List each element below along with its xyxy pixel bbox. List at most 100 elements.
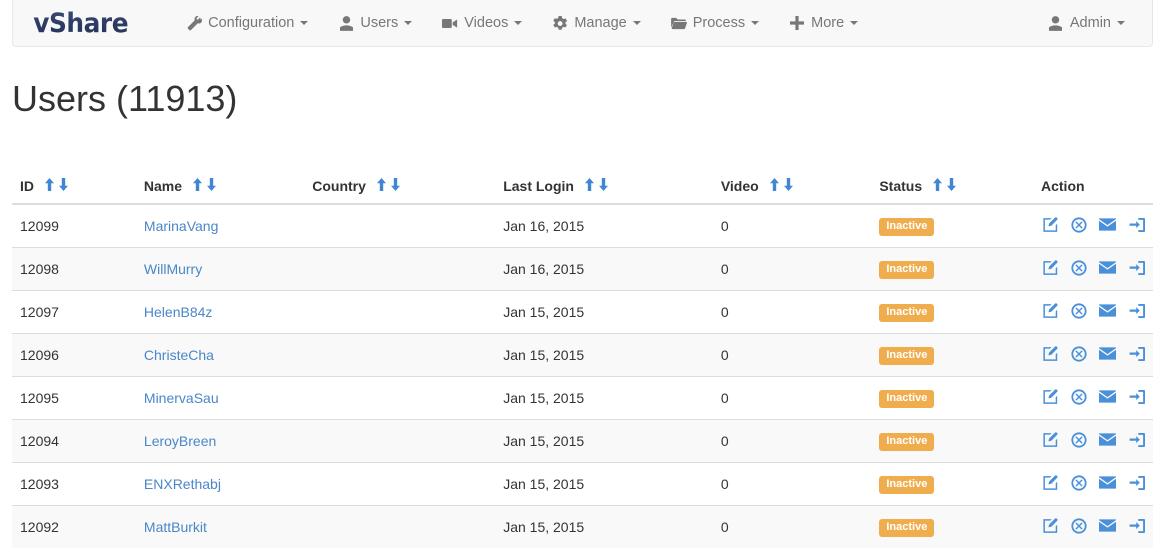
cell-id: 12096 (12, 334, 136, 377)
chevron-down-icon (404, 21, 412, 25)
user-name-link[interactable]: ChristeCha (144, 347, 214, 363)
envelope-icon[interactable] (1099, 302, 1116, 319)
sign-in-icon[interactable] (1128, 388, 1145, 405)
cell-action (1033, 377, 1153, 420)
cell-last-login: Jan 16, 2015 (495, 204, 713, 248)
edit-icon[interactable] (1041, 345, 1058, 362)
column-label: ID (20, 178, 34, 194)
arrow-up-icon[interactable] (44, 178, 55, 191)
arrow-up-icon[interactable] (192, 178, 203, 191)
edit-icon[interactable] (1041, 431, 1058, 448)
sign-in-icon[interactable] (1128, 517, 1145, 534)
nav-item-process[interactable]: Process (656, 0, 774, 46)
ban-icon[interactable] (1070, 474, 1087, 491)
cell-id: 12093 (12, 463, 136, 506)
sign-in-icon[interactable] (1128, 302, 1145, 319)
nav-item-videos[interactable]: Videos (427, 0, 537, 46)
user-last-login: Jan 16, 2015 (503, 261, 584, 277)
cell-status: Inactive (871, 420, 1033, 463)
envelope-icon[interactable] (1099, 431, 1116, 448)
arrow-down-icon[interactable] (598, 178, 609, 191)
nav-item-more[interactable]: More (774, 0, 873, 46)
sign-in-icon[interactable] (1128, 431, 1145, 448)
nav-item-users[interactable]: Users (323, 0, 427, 46)
sign-in-icon[interactable] (1128, 216, 1145, 233)
user-last-login: Jan 15, 2015 (503, 347, 584, 363)
arrow-up-icon[interactable] (584, 178, 595, 191)
sign-in-icon[interactable] (1128, 259, 1145, 276)
cell-video: 0 (713, 420, 872, 463)
sign-in-icon[interactable] (1128, 474, 1145, 491)
cell-action (1033, 463, 1153, 506)
nav-item-configuration[interactable]: Configuration (171, 0, 323, 46)
arrow-down-icon[interactable] (783, 178, 794, 191)
envelope-icon[interactable] (1099, 216, 1116, 233)
cell-video: 0 (713, 377, 872, 420)
user-name-link[interactable]: WillMurry (144, 261, 202, 277)
nav-label: More (811, 15, 844, 31)
arrow-down-icon[interactable] (58, 178, 69, 191)
ban-icon[interactable] (1070, 302, 1087, 319)
table-head: ID Name Country (12, 170, 1153, 204)
user-name-link[interactable]: MattBurkit (144, 519, 207, 535)
edit-icon[interactable] (1041, 388, 1058, 405)
user-id: 12094 (20, 433, 59, 449)
ban-icon[interactable] (1070, 388, 1087, 405)
user-id: 12095 (20, 390, 59, 406)
user-last-login: Jan 15, 2015 (503, 519, 584, 535)
cell-country (304, 420, 495, 463)
user-video-count: 0 (721, 519, 729, 535)
user-icon (1048, 15, 1064, 31)
user-name-link[interactable]: HelenB84z (144, 304, 213, 320)
edit-icon[interactable] (1041, 216, 1058, 233)
brand-logo[interactable]: vShare (13, 0, 142, 46)
envelope-icon[interactable] (1099, 345, 1116, 362)
envelope-icon[interactable] (1099, 259, 1116, 276)
table-row: 12092MattBurkitJan 15, 20150Inactive (12, 506, 1153, 548)
edit-icon[interactable] (1041, 517, 1058, 534)
cell-video: 0 (713, 463, 872, 506)
table-row: 12097HelenB84zJan 15, 20150Inactive (12, 291, 1153, 334)
ban-icon[interactable] (1070, 216, 1087, 233)
envelope-icon[interactable] (1099, 388, 1116, 405)
nav-item-manage[interactable]: Manage (537, 0, 655, 46)
ban-icon[interactable] (1070, 517, 1087, 534)
arrow-up-icon[interactable] (932, 178, 943, 191)
ban-icon[interactable] (1070, 345, 1087, 362)
arrow-up-icon[interactable] (769, 178, 780, 191)
table-row: 12095MinervaSauJan 15, 20150Inactive (12, 377, 1153, 420)
cell-id: 12098 (12, 248, 136, 291)
envelope-icon[interactable] (1099, 517, 1116, 534)
ban-icon[interactable] (1070, 259, 1087, 276)
status-badge: Inactive (879, 261, 934, 279)
chevron-down-icon (300, 21, 308, 25)
account-menu-admin[interactable]: Admin (1033, 0, 1140, 46)
cell-last-login: Jan 15, 2015 (495, 463, 713, 506)
user-icon (338, 15, 354, 31)
edit-icon[interactable] (1041, 474, 1058, 491)
account-label: Admin (1070, 15, 1111, 31)
edit-icon[interactable] (1041, 259, 1058, 276)
envelope-icon[interactable] (1099, 474, 1116, 491)
user-name-link[interactable]: MarinaVang (144, 218, 218, 234)
user-name-link[interactable]: ENXRethabj (144, 476, 221, 492)
edit-icon[interactable] (1041, 302, 1058, 319)
arrow-down-icon[interactable] (390, 178, 401, 191)
cell-country (304, 463, 495, 506)
cell-name: LeroyBreen (136, 420, 304, 463)
arrow-up-icon[interactable] (376, 178, 387, 191)
page-title: Users (11913) (12, 79, 237, 119)
arrow-down-icon[interactable] (946, 178, 957, 191)
nav-label: Process (693, 15, 745, 31)
arrow-down-icon[interactable] (206, 178, 217, 191)
sort-controls-name (192, 178, 217, 191)
column-label: Name (144, 178, 182, 194)
cell-action (1033, 204, 1153, 248)
cell-name: ENXRethabj (136, 463, 304, 506)
sign-in-icon[interactable] (1128, 345, 1145, 362)
user-name-link[interactable]: MinervaSau (144, 390, 219, 406)
ban-icon[interactable] (1070, 431, 1087, 448)
user-last-login: Jan 15, 2015 (503, 304, 584, 320)
user-name-link[interactable]: LeroyBreen (144, 433, 216, 449)
table-row: 12094LeroyBreenJan 15, 20150Inactive (12, 420, 1153, 463)
